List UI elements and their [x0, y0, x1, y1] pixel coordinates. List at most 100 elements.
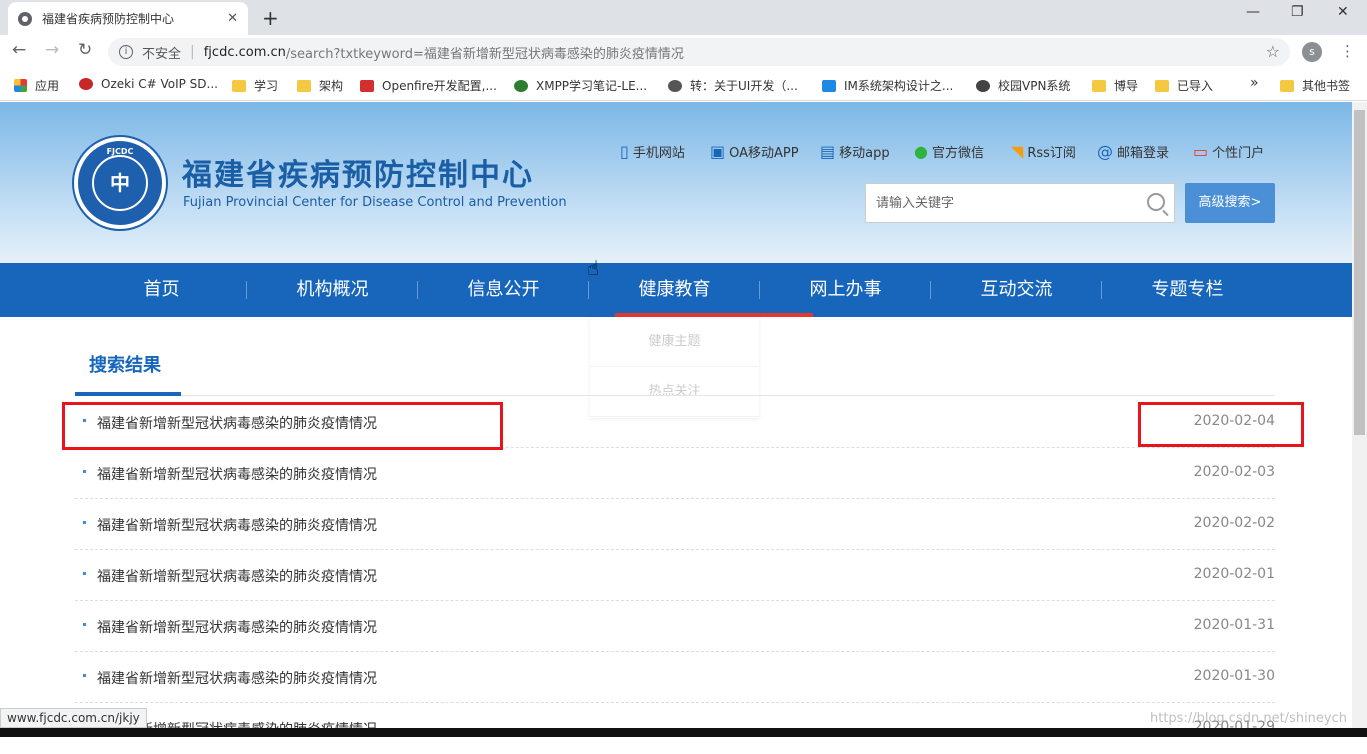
browser-tab[interactable]: 福建省疾病预防控制中心 ✕: [8, 2, 248, 35]
oa-phone-icon: ▣: [710, 142, 726, 161]
folder-icon: [232, 79, 246, 92]
nav-interaction[interactable]: 互动交流: [931, 263, 1102, 317]
bookmark-folder[interactable]: 学习: [232, 77, 278, 94]
quick-link-label: 个性门户: [1212, 146, 1265, 161]
site-favicon-icon: [822, 79, 836, 92]
site-title[interactable]: 福建省疾病预防控制中心: [182, 150, 534, 194]
nav-online-services[interactable]: 网上办事: [760, 263, 931, 317]
result-date: 2020-02-02: [1193, 515, 1275, 531]
watermark: https://blog.csdn.net/shineych: [1150, 711, 1347, 726]
quick-link-wechat[interactable]: ● 官方微信: [914, 142, 984, 161]
os-taskbar: [0, 728, 1367, 737]
bookmark-label: 应用: [35, 79, 60, 93]
new-tab-plus-icon[interactable]: +: [262, 6, 279, 30]
result-date: 2020-02-03: [1193, 464, 1275, 480]
bookmark-label: Ozeki C# VoIP SD...: [101, 77, 218, 91]
other-bookmarks-folder[interactable]: 其他书签: [1280, 77, 1350, 94]
tab-title: 福建省疾病预防控制中心: [42, 12, 175, 26]
result-link[interactable]: 福建省新增新型冠状病毒感染的肺炎疫情情况: [97, 515, 377, 535]
back-arrow-icon[interactable]: ←: [12, 40, 26, 60]
folder-icon: [297, 79, 311, 92]
info-icon[interactable]: i: [119, 45, 133, 59]
result-link[interactable]: 福建省新增新型冠状病毒感染的肺炎疫情情况: [97, 617, 377, 637]
nav-info-disclosure[interactable]: 信息公开: [418, 263, 589, 317]
result-link[interactable]: 福建省新增新型冠状病毒感染的肺炎疫情情况: [97, 566, 377, 586]
browser-toolbar: ← → ↻ i 不安全 | fjcdc.com.cn /search?txtke…: [0, 35, 1367, 69]
close-window-icon[interactable]: ✕: [1337, 4, 1349, 20]
rss-icon: ◥: [1011, 142, 1024, 161]
site-favicon-icon: [360, 79, 374, 92]
nav-about[interactable]: 机构概况: [247, 263, 418, 317]
hand-cursor-icon: ☝: [587, 256, 600, 280]
nav-special-topics[interactable]: 专题专栏: [1102, 263, 1273, 317]
quick-link-portal[interactable]: ▭ 个性门户: [1193, 142, 1264, 161]
result-row: 福建省新增新型冠状病毒感染的肺炎疫情情况 2020-02-01: [75, 550, 1275, 601]
at-mail-icon: @: [1097, 142, 1113, 161]
close-tab-icon[interactable]: ✕: [227, 11, 238, 26]
dropdown-item-health-topics[interactable]: 健康主题: [590, 317, 759, 367]
bullet: [83, 674, 86, 677]
site-subtitle: Fujian Provincial Center for Disease Con…: [183, 195, 567, 210]
quick-link-mobile-site[interactable]: ▯ 手机网站: [620, 142, 685, 161]
advanced-search-button[interactable]: 高级搜索>: [1185, 183, 1275, 223]
bullet: [83, 521, 86, 524]
divider: [75, 395, 1275, 396]
folder-icon: [1280, 79, 1294, 92]
bookmark-apps[interactable]: 应用: [14, 77, 59, 94]
menu-kebab-icon[interactable]: ⋮: [1340, 42, 1355, 60]
bookmark-folder[interactable]: 架构: [297, 77, 343, 94]
quick-link-label: OA移动APP: [729, 146, 799, 161]
bookmark-label: 博导: [1114, 79, 1139, 93]
result-link[interactable]: 福建省新增新型冠状病毒感染的肺炎疫情情况: [97, 464, 377, 484]
bookmark-label: IM系统架构设计之...: [844, 79, 954, 93]
reload-icon[interactable]: ↻: [78, 40, 92, 60]
quick-link-mobile-app[interactable]: ▤ 移动app: [820, 142, 890, 161]
profile-avatar[interactable]: s: [1302, 42, 1322, 62]
minimize-icon[interactable]: —: [1246, 4, 1260, 20]
quick-link-oa-app[interactable]: ▣ OA移动APP: [710, 142, 799, 161]
site-favicon-icon: [668, 79, 682, 92]
bookmark-folder[interactable]: 已导入: [1155, 77, 1213, 94]
bookmark-label: 其他书签: [1302, 79, 1351, 93]
restore-icon[interactable]: ❐: [1291, 4, 1304, 20]
apps-grid-icon: [14, 79, 27, 92]
bookmarks-bar: 应用 Ozeki C# VoIP SD... 学习 架构 Openfire开发配…: [0, 69, 1367, 101]
nav-home[interactable]: 首页: [76, 263, 247, 317]
search-results-heading: 搜索结果: [89, 355, 161, 376]
bookmark-item[interactable]: XMPP学习笔记-LE...: [514, 77, 647, 94]
app-icon: ▤: [820, 142, 836, 161]
bookmark-item[interactable]: Ozeki C# VoIP SD...: [79, 77, 218, 91]
address-bar[interactable]: i 不安全 | fjcdc.com.cn /search?txtkeyword=…: [108, 38, 1290, 66]
quick-link-rss[interactable]: ◥ Rss订阅: [1011, 142, 1076, 161]
quick-link-label: Rss订阅: [1027, 146, 1076, 161]
bookmark-item[interactable]: 转：关于UI开发（...: [668, 77, 798, 94]
quick-link-label: 移动app: [839, 146, 890, 161]
bookmark-star-icon[interactable]: ☆: [1266, 42, 1280, 61]
site-logo[interactable]: FJCDC 中: [74, 137, 166, 229]
forward-arrow-icon[interactable]: →: [45, 40, 59, 60]
scrollbar-thumb[interactable]: [1354, 110, 1365, 435]
page-scrollbar[interactable]: [1352, 102, 1367, 737]
nav-health-education[interactable]: 健康教育: [589, 263, 760, 317]
bookmark-folder[interactable]: 博导: [1092, 77, 1138, 94]
quick-link-mail[interactable]: @ 邮箱登录: [1097, 142, 1169, 161]
logo-emblem: 中: [92, 155, 148, 211]
bookmark-item[interactable]: 校园VPN系统: [976, 77, 1070, 94]
result-link[interactable]: 福建省新增新型冠状病毒感染的肺炎疫情情况: [97, 668, 377, 688]
result-row: 福建省新增新型冠状病毒感染的肺炎疫情情况 2020-02-03: [75, 448, 1275, 499]
bullet: [83, 470, 86, 473]
wechat-icon: ●: [914, 142, 928, 161]
bookmark-item[interactable]: Openfire开发配置,...: [360, 77, 497, 94]
site-header: FJCDC 中 福建省疾病预防控制中心 Fujian Provincial Ce…: [0, 102, 1352, 263]
bookmarks-overflow-chevron[interactable]: »: [1250, 75, 1259, 91]
quick-link-label: 邮箱登录: [1117, 146, 1170, 161]
search-icon[interactable]: [1147, 193, 1165, 211]
search-input[interactable]: [876, 195, 1136, 211]
result-date: 2020-01-31: [1193, 617, 1275, 633]
quick-link-label: 手机网站: [632, 146, 685, 161]
divider: |: [190, 44, 195, 60]
site-search: [865, 183, 1175, 223]
url-path: /search?txtkeyword=福建省新增新型冠状病毒感染的肺炎疫情情况: [285, 46, 684, 62]
result-date: 2020-01-30: [1193, 668, 1275, 684]
bookmark-item[interactable]: IM系统架构设计之...: [822, 77, 953, 94]
